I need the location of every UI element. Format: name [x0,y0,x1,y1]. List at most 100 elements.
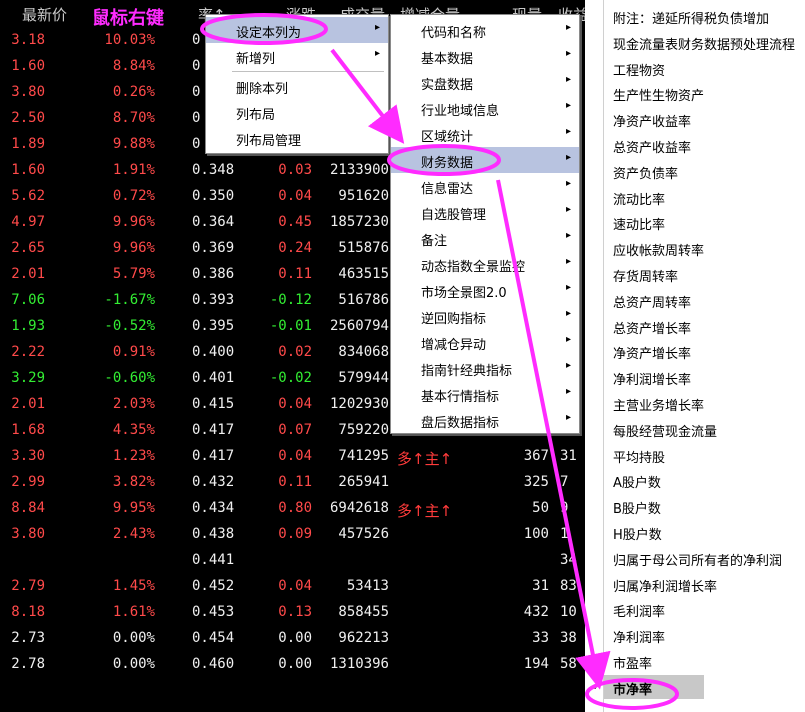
submenu-item[interactable]: 基本行情指标 ▸ [391,381,579,407]
cell-price: 2.22 [11,344,45,360]
cell-pct: 9.88% [112,136,155,152]
finance-item[interactable]: 工程物资 [613,60,665,79]
cell-volume: 579944 [338,370,389,386]
cell-pct: 1.45% [112,578,155,594]
submenu-item[interactable]: 市场全景图2.0 ▸ [391,277,579,303]
finance-item[interactable]: 应收帐款周转率 [613,240,704,259]
finance-item[interactable]: 净资产收益率 [613,111,691,130]
cell-extra: 58 [560,656,577,672]
cell-current: 33 [532,630,549,646]
annotation-right-click: 鼠标右键 [92,8,164,29]
submenu-item[interactable]: 动态指数全景监控 ▸ [391,251,579,277]
submenu-item[interactable]: 实盘数据 ▸ [391,69,579,95]
context-menu-item[interactable]: 列布局管理 [206,125,388,151]
submenu-item[interactable]: 代码和名称 ▸ [391,17,579,43]
submenu-item[interactable]: 盘后数据指标 ▸ [391,407,579,433]
header-col-price[interactable]: 最新价 [22,4,67,25]
context-menu-item[interactable]: 删除本列 [206,73,388,99]
finance-item[interactable]: 市盈率 [613,653,652,672]
cell-pct: 1.91% [112,162,155,178]
cell-pct: 9.95% [112,500,155,516]
cell-extra: 10 [560,604,577,620]
submenu-item[interactable]: 逆回购指标 ▸ [391,303,579,329]
cell-pct: 10.03% [104,32,155,48]
submenu-arrow-icon: ▸ [565,152,571,163]
submenu-item[interactable]: 基本数据 ▸ [391,43,579,69]
cell-pct: 4.35% [112,422,155,438]
cell-current: 325 [523,474,549,490]
finance-item[interactable]: 净利润率 [613,627,665,646]
cell-volume: 759220 [338,422,389,438]
finance-item[interactable]: 流动比率 [613,189,665,208]
cell-pct: 0.00% [112,656,155,672]
menu-item-label: 设定本列为 [236,26,302,41]
menu-item-label: 列布局 [236,108,276,123]
table-row[interactable]: 2.99 3.82% 0.432 0.11 265941 325 7 [0,470,585,496]
submenu-arrow-icon: ▸ [565,412,571,423]
submenu-arrow-icon: ▸ [565,48,571,59]
table-row[interactable]: 2.78 0.00% 0.460 0.00 1310396 194 58 [0,652,585,678]
finance-item[interactable]: 净资产增长率 [613,343,691,362]
finance-item[interactable]: 总资产收益率 [613,137,691,156]
cell-extra: 1 [560,526,569,542]
submenu-item[interactable]: 备注 ▸ [391,225,579,251]
finance-item[interactable]: 主营业务增长率 [613,395,704,414]
cell-change: -0.01 [269,318,312,334]
submenu-item-label: 盘后数据指标 [421,416,500,431]
cell-current: 50 [532,500,549,516]
finance-item[interactable]: B股户数 [613,498,661,517]
finance-item[interactable]: 每股经营现金流量 [613,421,717,440]
table-row[interactable]: 8.18 1.61% 0.453 0.13 858455 432 10 [0,600,585,626]
submenu-item-label: 动态指数全景监控 [421,260,526,275]
finance-item[interactable]: 毛利润率 [613,601,665,620]
finance-item[interactable]: 附注：递延所得税负债增加 [613,8,769,27]
submenu-item[interactable]: 增减仓异动 ▸ [391,329,579,355]
table-row[interactable]: 3.30 1.23% 0.417 0.04 741295 多↑主↑ 367 31 [0,444,585,470]
finance-item[interactable]: 总资产周转率 [613,292,691,311]
table-row[interactable]: 8.84 9.95% 0.434 0.80 6942618 多↑主↑ 50 9 [0,496,585,522]
finance-item[interactable]: H股户数 [613,524,662,543]
cell-change: 0.04 [278,188,312,204]
finance-item[interactable]: 市净率 [613,679,652,698]
submenu-item-label: 基本行情指标 [421,390,500,405]
context-menu-item[interactable]: 列布局 [206,99,388,125]
submenu-arrow-icon: ▸ [565,178,571,189]
submenu-item[interactable]: 财务数据 ▸ [391,147,579,173]
submenu-item[interactable]: 自选股管理 ▸ [391,199,579,225]
cell-ratio: 0.369 [192,240,235,256]
cell-ratio: 0.415 [192,396,235,412]
table-row[interactable]: 2.73 0.00% 0.454 0.00 962213 33 38 [0,626,585,652]
context-menu-item[interactable]: 设定本列为 ▸ [206,17,388,43]
submenu-item[interactable]: 行业地域信息 ▸ [391,95,579,121]
finance-item[interactable]: 归属净利润增长率 [613,576,717,595]
cell-price: 1.68 [11,422,45,438]
finance-item[interactable]: 归属于母公司所有者的净利润 [613,550,782,569]
submenu-item[interactable]: 指南针经典指标 ▸ [391,355,579,381]
cell-ratio: 0.452 [192,578,235,594]
finance-item[interactable]: 存货周转率 [613,266,678,285]
finance-item[interactable]: 速动比率 [613,214,665,233]
table-row[interactable]: 3.80 2.43% 0.438 0.09 457526 100 1 [0,522,585,548]
cell-ratio: 0.441 [192,552,235,568]
submenu-item[interactable]: 信息雷达 ▸ [391,173,579,199]
submenu-arrow-icon: ▸ [565,386,571,397]
cell-pct: 0.26% [112,84,155,100]
finance-item[interactable]: A股户数 [613,472,661,491]
finance-item[interactable]: 净利润增长率 [613,369,691,388]
finance-item[interactable]: 总资产增长率 [613,318,691,337]
cell-extra: 9 [560,500,569,516]
finance-item[interactable]: 资产负债率 [613,163,678,182]
table-row[interactable]: 0.441 34 [0,548,585,574]
table-row[interactable]: 2.79 1.45% 0.452 0.04 53413 31 83 [0,574,585,600]
cell-note: 多↑主↑ [397,502,453,520]
cell-price: 2.78 [11,656,45,672]
context-menu-item[interactable]: 新增列 ▸ [206,43,388,69]
cell-change: 0.11 [278,266,312,282]
finance-item[interactable]: 生产性生物资产 [613,85,704,104]
finance-item[interactable]: 平均持股 [613,447,665,466]
finance-item[interactable]: 现金流量表财务数据预处理流程 [613,34,795,53]
submenu-item[interactable]: 区域统计 ▸ [391,121,579,147]
cell-ratio: 0 [192,110,201,126]
cell-ratio: 0 [192,58,201,74]
cell-pct: 0.72% [112,188,155,204]
